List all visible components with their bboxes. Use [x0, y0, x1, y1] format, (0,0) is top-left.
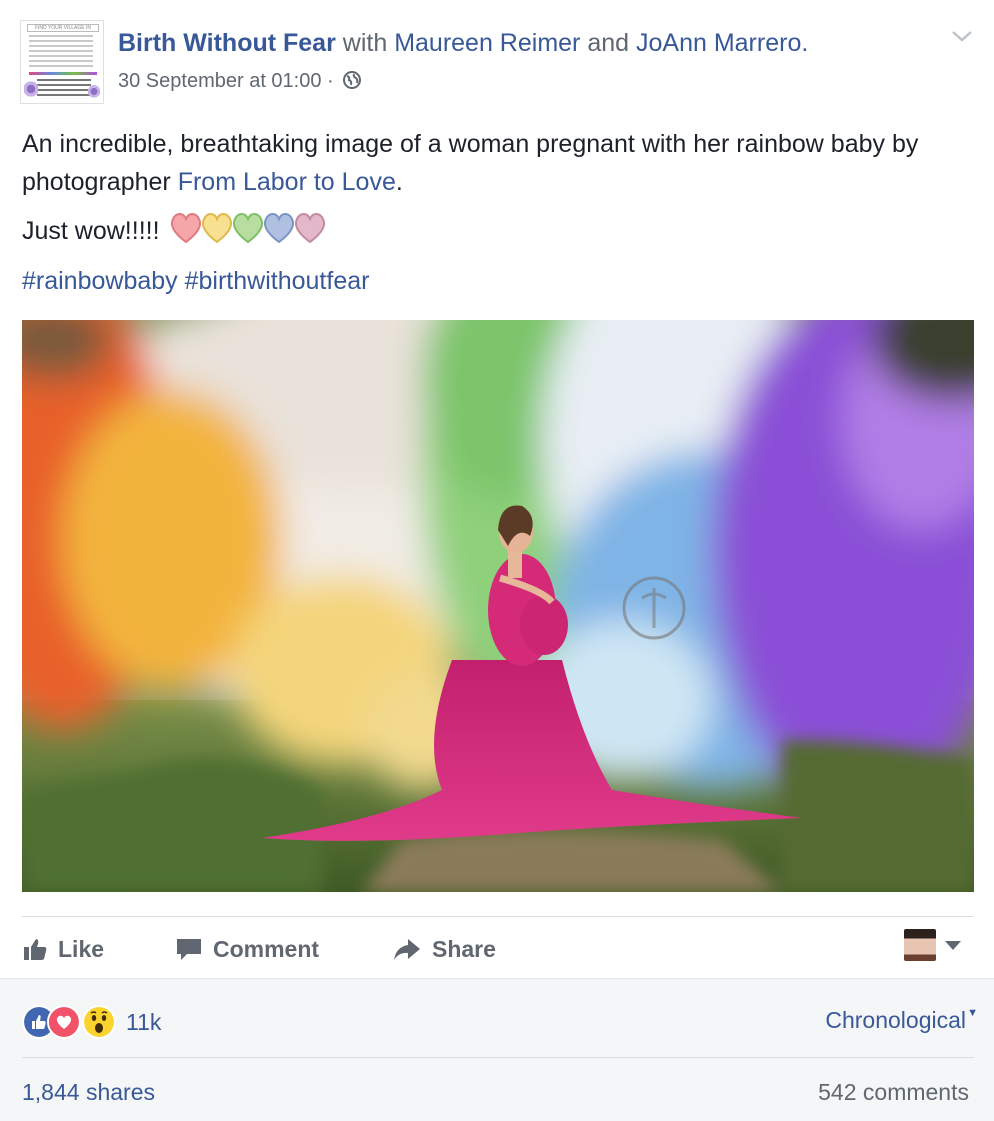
heart-emoji: [294, 212, 325, 244]
globe-icon[interactable]: [343, 71, 362, 89]
tagged-user-link-1[interactable]: Maureen Reimer: [394, 29, 580, 57]
sort-label: Chronological: [825, 1007, 966, 1033]
comment-button[interactable]: Comment: [175, 934, 319, 964]
hashtag-rainbowbaby[interactable]: #rainbowbaby: [22, 267, 178, 295]
like-label: Like: [58, 936, 105, 962]
heart-emoji: [232, 212, 263, 244]
post-text-paragraph-1: An incredible, breathtaking image of a w…: [22, 125, 972, 201]
post-meta: 30 September at 01:00 ·: [118, 67, 362, 95]
post-title: Birth Without Fear with Maureen Reimer a…: [118, 27, 808, 59]
footer-divider: [22, 1057, 974, 1058]
rainbow-smoke-photo: [22, 320, 974, 892]
post-actions-bar: Like Comment Share: [22, 916, 974, 979]
comments-count-link[interactable]: 542 comments: [818, 1079, 969, 1106]
post-text-wow: Just wow!!!!!: [22, 217, 160, 245]
post-hashtags: #rainbowbaby #birthwithoutfear: [22, 262, 972, 300]
share-button[interactable]: Share: [392, 934, 496, 964]
heart-emoji: [263, 212, 294, 244]
post-timestamp[interactable]: 30 September at 01:00: [118, 70, 321, 92]
avatar-conference-text: [37, 79, 91, 99]
comment-icon: [177, 939, 201, 960]
comment-label: Comment: [213, 936, 320, 962]
post-footer: 11k Chronological ▼ 1,844 shares 542 com…: [0, 978, 994, 1121]
like-button[interactable]: Like: [22, 934, 104, 964]
share-label: Share: [432, 936, 496, 962]
flower-icon: [24, 81, 38, 101]
and-text: and: [587, 29, 630, 57]
avatar-header-text: FIND YOUR VILLAGE IN: [27, 24, 99, 32]
meta-separator: ·: [327, 70, 334, 92]
comment-sort-dropdown[interactable]: Chronological ▼: [825, 1007, 978, 1034]
caret-down-icon: [945, 941, 961, 950]
flower-icon: [88, 85, 100, 101]
photographer-link[interactable]: From Labor to Love: [178, 168, 396, 196]
reaction-count[interactable]: 11k: [126, 1009, 161, 1036]
with-text: with: [342, 29, 388, 57]
caret-down-icon: ▼: [967, 1007, 978, 1019]
post-text-a: An incredible, breathtaking image of a w…: [22, 130, 919, 196]
post-header: FIND YOUR VILLAGE IN Birth Without Fear …: [20, 20, 974, 105]
wow-reaction-icon: [82, 1005, 116, 1039]
chevron-down-icon[interactable]: [950, 26, 974, 46]
avatar: [904, 929, 936, 961]
hashtag-birthwithoutfear[interactable]: #birthwithoutfear: [185, 267, 370, 295]
post-as-selector[interactable]: [904, 929, 966, 965]
share-arrow-icon: [394, 939, 420, 960]
love-reaction-icon: [47, 1005, 81, 1039]
page-name-link[interactable]: Birth Without Fear: [118, 29, 336, 57]
shares-count-link[interactable]: 1,844 shares: [22, 1079, 155, 1106]
post-text-paragraph-2: Just wow!!!!!: [22, 211, 972, 250]
thumbs-up-icon: [24, 939, 47, 960]
tagged-user-link-2[interactable]: JoAnn Marrero.: [636, 29, 808, 57]
post-photo[interactable]: [22, 320, 974, 892]
heart-emoji: [201, 212, 232, 244]
avatar-city-list: [29, 35, 99, 70]
page-avatar[interactable]: FIND YOUR VILLAGE IN: [20, 20, 104, 104]
avatar-color-band: [29, 72, 97, 75]
hearts-emoji-icon: [170, 212, 325, 244]
heart-emoji: [170, 212, 201, 244]
post-text-b: .: [395, 168, 403, 196]
